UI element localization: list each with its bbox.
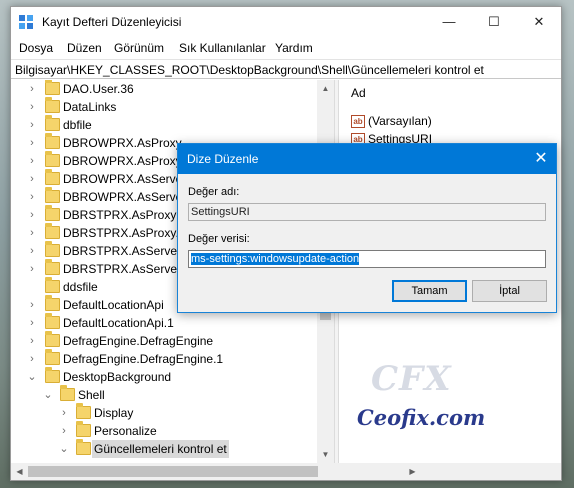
menu-edit[interactable]: Düzen [67,41,102,55]
folder-icon [45,241,60,257]
watermark-text: Ceofix.com [357,405,486,430]
dialog-title: Dize Düzenle [187,152,259,166]
folder-icon [45,115,60,131]
folder-icon [45,223,60,239]
folder-icon [45,295,60,311]
folder-icon [45,331,60,347]
menu-bar: Dosya Düzen Görünüm Sık Kullanılanlar Ya… [11,38,561,58]
registry-editor-app-icon [19,15,35,31]
folder-icon [45,349,60,365]
folder-icon [76,421,91,437]
cancel-button[interactable]: İptal [472,280,547,302]
title-bar[interactable]: Kayıt Defteri Düzenleyicisi — ☐ ✕ [11,7,561,38]
tree-item-label: DBRSTPRX.AsProxy [63,208,177,222]
folder-open-icon [76,439,91,455]
tree-item-label: DBRSTPRX.AsProxy.1 [63,226,186,240]
expand-chevron-icon[interactable]: › [26,260,38,278]
address-bar[interactable]: Bilgisayar\HKEY_CLASSES_ROOT\DesktopBack… [11,59,561,79]
tree-item-label: DBROWPRX.AsProxy.1 [63,154,191,168]
folder-icon [45,151,60,167]
scroll-right-arrow-icon[interactable]: ▶ [404,463,421,480]
folder-icon [45,80,60,95]
string-value-icon: ab [351,115,365,129]
dialog-close-icon[interactable]: ✕ [526,144,556,174]
tree-horizontal-scrollbar[interactable]: ◀ ▶ [11,463,421,480]
expand-chevron-icon[interactable]: › [26,242,38,260]
status-strip [421,463,561,480]
value-data-label: Değer verisi: [188,233,250,245]
value-name: (Varsayılan) [368,114,432,128]
expand-chevron-icon[interactable]: › [58,404,70,422]
close-button[interactable]: ✕ [516,7,562,37]
collapse-chevron-icon[interactable]: ⌄ [58,440,70,458]
tree-item-label: DataLinks [63,100,117,114]
tree-item-label: ddsfile [63,280,98,294]
folder-open-icon [60,385,75,401]
value-data-input[interactable]: ms-settings:windowsupdate-action [188,250,546,268]
folder-icon [45,259,60,275]
expand-chevron-icon[interactable]: › [26,80,38,98]
tree-item-label: Shell [78,388,105,402]
value-data-selected-text: ms-settings:windowsupdate-action [191,253,360,265]
tree-item-label: DesktopBackground [63,370,172,384]
tree-item-label: DBROWPRX.AsProxy [63,136,182,150]
folder-icon [45,133,60,149]
dialog-title-bar[interactable]: Dize Düzenle [178,144,556,174]
value-row-default[interactable]: ab (Varsayılan) [351,112,432,130]
collapse-chevron-icon[interactable]: ⌄ [42,386,54,404]
expand-chevron-icon[interactable]: › [26,206,38,224]
expand-chevron-icon[interactable]: › [26,170,38,188]
folder-icon [45,97,60,113]
expand-chevron-icon[interactable]: › [26,350,38,368]
expand-chevron-icon[interactable]: › [26,188,38,206]
menu-help[interactable]: Yardım [275,41,313,55]
tree-item-label: DefragEngine.DefragEngine [63,334,214,348]
expand-chevron-icon[interactable]: › [26,116,38,134]
folder-icon [45,313,60,329]
expand-chevron-icon[interactable]: › [26,314,38,332]
tree-item-label: DefaultLocationApi [63,298,164,312]
maximize-button[interactable]: ☐ [471,7,517,37]
window-title: Kayıt Defteri Düzenleyicisi [42,15,182,29]
expand-chevron-icon[interactable]: › [26,152,38,170]
watermark-logo: CFX [371,359,452,399]
edit-string-dialog: Dize Düzenle ✕ Değer adı: SettingsURI De… [177,143,557,313]
expand-chevron-icon[interactable]: › [26,134,38,152]
scroll-thumb[interactable] [28,466,318,477]
tree-item-label: Display [94,406,134,420]
expand-chevron-icon[interactable]: › [58,422,70,440]
value-name-label: Değer adı: [188,186,240,198]
expand-chevron-icon[interactable]: › [26,296,38,314]
watermark: CFX Ceofix.com [351,359,491,439]
folder-icon [45,277,60,293]
expand-chevron-icon[interactable]: › [26,98,38,116]
folder-icon [45,205,60,221]
tree-item-label: DBRSTPRX.AsServer [63,244,182,258]
scroll-up-arrow-icon[interactable]: ▲ [317,80,334,97]
tree-item-label: DAO.User.36 [63,82,134,96]
collapse-chevron-icon[interactable]: ⌄ [26,368,38,386]
menu-favorites[interactable]: Sık Kullanılanlar [179,41,266,55]
tree-item-label: DefaultLocationApi.1 [63,316,174,330]
tree-item-label: Güncellemeleri kontrol et [92,440,229,458]
folder-icon [45,187,60,203]
folder-icon [76,403,91,419]
tree-item-label: DBROWPRX.AsServer [63,172,187,186]
expand-chevron-icon[interactable]: › [26,332,38,350]
scroll-down-arrow-icon[interactable]: ▼ [317,446,334,463]
tree-item-label: DBRSTPRX.AsServer.1 [63,262,191,276]
scroll-left-arrow-icon[interactable]: ◀ [11,463,28,480]
tree-item-label: dbfile [63,118,92,132]
tree-item-label: Personalize [94,424,157,438]
menu-file[interactable]: Dosya [19,41,53,55]
folder-open-icon [45,367,60,383]
ok-button[interactable]: Tamam [392,280,467,302]
menu-view[interactable]: Görünüm [114,41,164,55]
folder-icon [45,169,60,185]
value-name-field: SettingsURI [188,203,546,221]
tree-item-label: DefragEngine.DefragEngine.1 [63,352,224,366]
expand-chevron-icon[interactable]: › [26,224,38,242]
minimize-button[interactable]: — [426,7,472,37]
column-header-name[interactable]: Ad [351,86,366,100]
